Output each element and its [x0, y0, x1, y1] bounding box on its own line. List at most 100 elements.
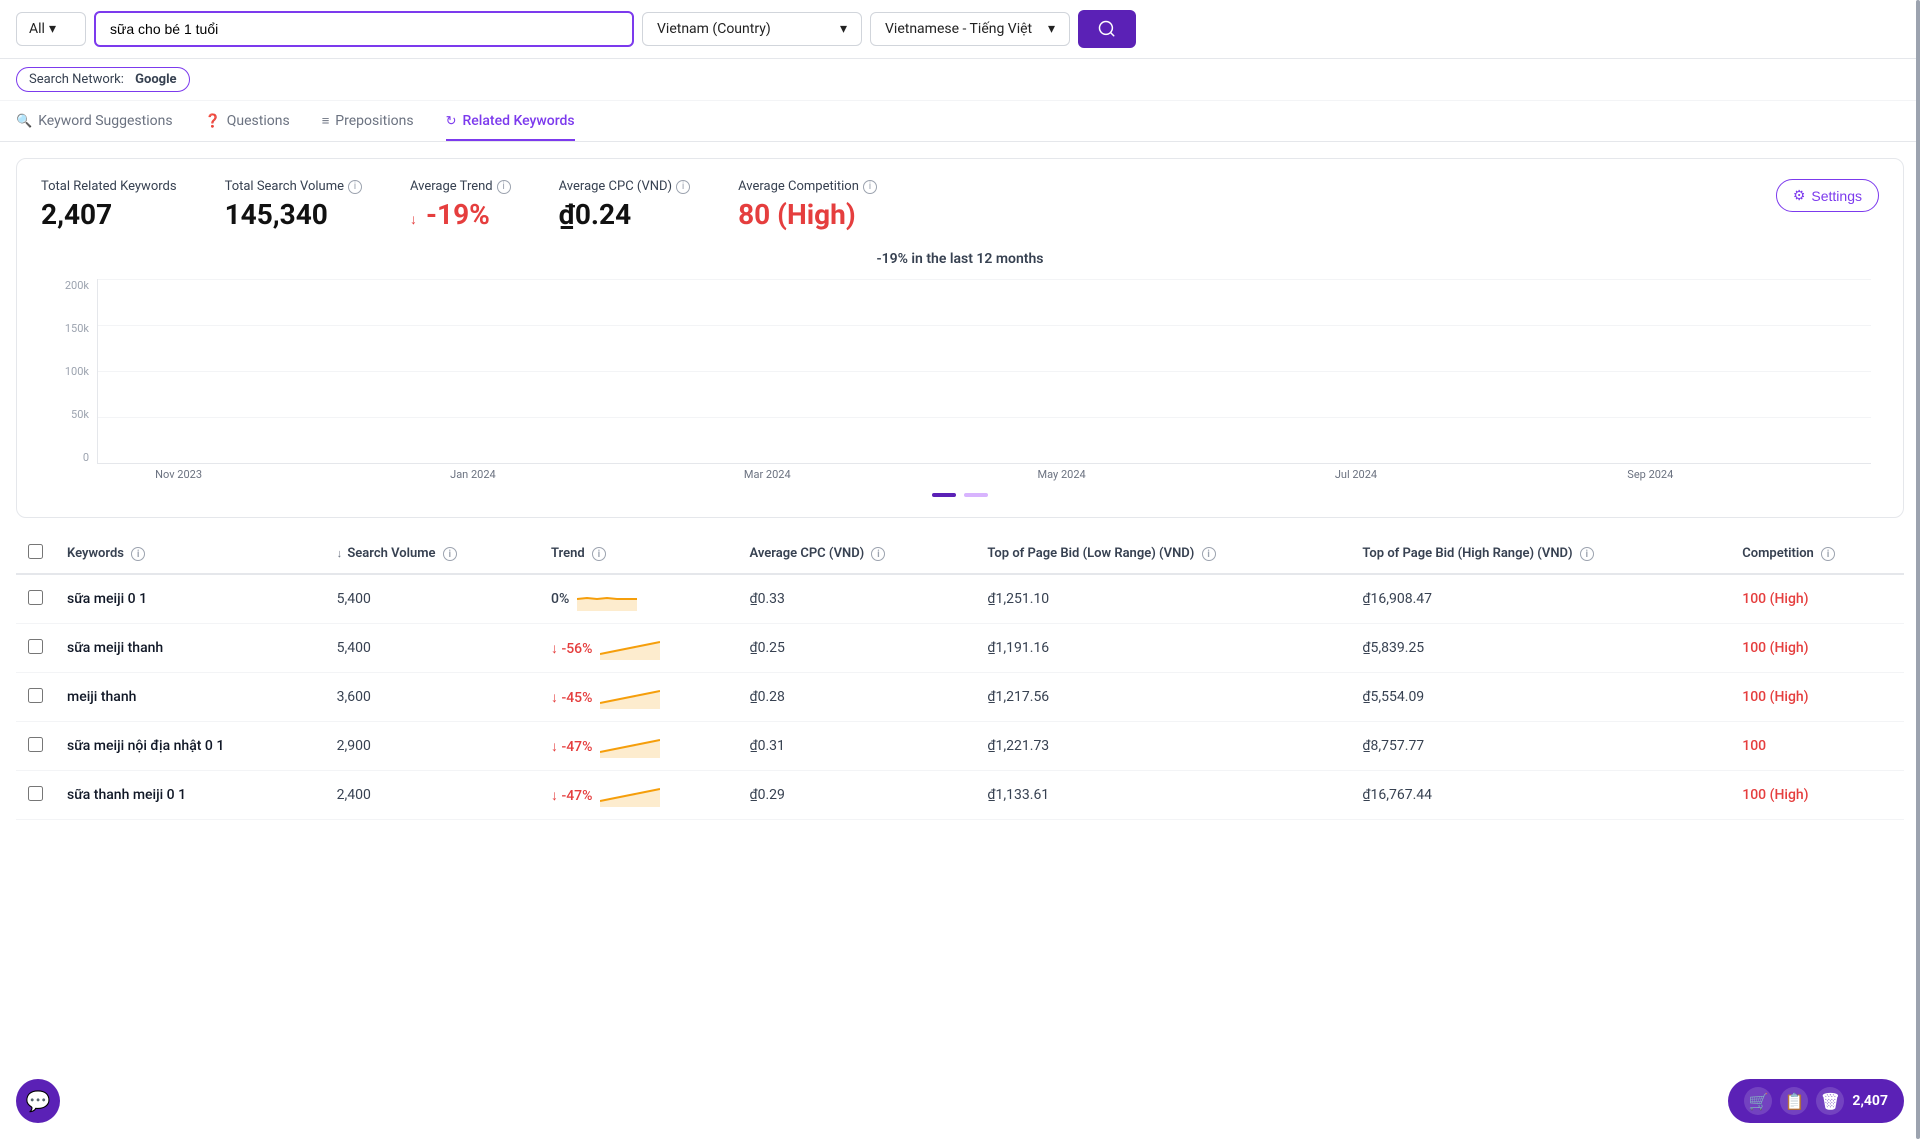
- tab-questions-label: Questions: [227, 113, 290, 129]
- search-input[interactable]: [94, 11, 634, 47]
- tab-related-keywords-label: Related Keywords: [462, 113, 574, 129]
- settings-label: Settings: [1811, 188, 1862, 204]
- fab-copy-icon[interactable]: 📋: [1780, 1087, 1808, 1115]
- language-chevron-icon: ▾: [1048, 21, 1055, 37]
- search-volume-info-icon[interactable]: i: [348, 180, 362, 194]
- settings-gear-icon: ⚙: [1793, 187, 1806, 204]
- bid-high-cell: ₫8,757.77: [1350, 722, 1730, 771]
- stat-average-trend: Average Trend i ↓ -19%: [410, 179, 511, 231]
- search-volume-cell: 3,600: [325, 673, 539, 722]
- competition-info-icon[interactable]: i: [1821, 547, 1835, 561]
- chart-dot-active[interactable]: [932, 493, 956, 497]
- row-checkbox[interactable]: [28, 590, 43, 605]
- header-cpc: Average CPC (VND) i: [738, 534, 976, 574]
- trend-down-arrow: ↓: [410, 212, 417, 228]
- average-trend-label: Average Trend: [410, 179, 493, 194]
- bid-high-cell: ₫5,839.25: [1350, 624, 1730, 673]
- trend-info-icon[interactable]: i: [592, 547, 606, 561]
- keyword-cell: meiji thanh: [55, 673, 325, 722]
- sparkline-icon: [577, 587, 637, 611]
- bottom-fab: 🛒 📋 🗑 2,407: [1728, 1079, 1904, 1123]
- type-select-value: All: [29, 21, 45, 37]
- bid-high-info-icon[interactable]: i: [1580, 547, 1594, 561]
- header-search-volume[interactable]: ↓ Search Volume i: [325, 534, 539, 574]
- bid-low-cell: ₫1,251.10: [975, 574, 1350, 624]
- competition-cell: 100 (High): [1730, 624, 1904, 673]
- bars-wrapper: [98, 279, 1871, 463]
- bid-high-cell: ₫16,767.44: [1350, 771, 1730, 820]
- trend-cell: ↓ -56%: [539, 624, 738, 673]
- stat-average-cpc: Average CPC (VND) i ₫0.24: [559, 179, 690, 231]
- row-checkbox[interactable]: [28, 786, 43, 801]
- chart-dots: [49, 493, 1871, 497]
- trend-cell: 0%: [539, 574, 738, 624]
- chart-dot-inactive[interactable]: [964, 493, 988, 497]
- fab-cart-icon[interactable]: 🛒: [1744, 1087, 1772, 1115]
- average-trend-value: ↓ -19%: [410, 198, 511, 231]
- type-select[interactable]: All ▾: [16, 12, 86, 46]
- stats-row: Total Related Keywords 2,407 Total Searc…: [41, 179, 1879, 231]
- tab-prepositions[interactable]: ≡ Prepositions: [322, 113, 414, 141]
- average-competition-info-icon[interactable]: i: [863, 180, 877, 194]
- network-row: Search Network: Google: [0, 59, 1920, 101]
- keywords-info-icon[interactable]: i: [131, 547, 145, 561]
- row-checkbox[interactable]: [28, 639, 43, 654]
- fab-delete-icon[interactable]: 🗑: [1816, 1087, 1844, 1115]
- keyword-cell: sữa meiji nội địa nhật 0 1: [55, 722, 325, 771]
- fab-count: 2,407: [1852, 1093, 1888, 1109]
- keyword-cell: sữa meiji 0 1: [55, 574, 325, 624]
- country-select[interactable]: Vietnam (Country) ▾: [642, 12, 862, 46]
- average-cpc-label: Average CPC (VND): [559, 179, 672, 194]
- trend-cell: ↓ -45%: [539, 673, 738, 722]
- table-row: sữa thanh meiji 0 12,400↓ -47%₫0.29₫1,13…: [16, 771, 1904, 820]
- select-all-checkbox[interactable]: [28, 544, 43, 559]
- table-body: sữa meiji 0 15,4000%₫0.33₫1,251.10₫16,90…: [16, 574, 1904, 820]
- related-keywords-icon: ↻: [446, 114, 457, 129]
- scrollbar[interactable]: [1916, 0, 1920, 1139]
- competition-cell: 100 (High): [1730, 673, 1904, 722]
- tab-related-keywords[interactable]: ↻ Related Keywords: [446, 113, 575, 141]
- sparkline-icon: [600, 685, 660, 709]
- cpc-info-icon[interactable]: i: [871, 547, 885, 561]
- language-select-value: Vietnamese - Tiếng Việt: [885, 21, 1032, 37]
- tab-questions[interactable]: ❓ Questions: [205, 113, 290, 141]
- search-volume-cell: 2,400: [325, 771, 539, 820]
- bid-low-info-icon[interactable]: i: [1202, 547, 1216, 561]
- x-labels: Nov 2023 Jan 2024 Mar 2024 May 2024 Jul …: [49, 468, 1871, 481]
- search-volume-col-info-icon[interactable]: i: [443, 547, 457, 561]
- y-axis: 200k 150k 100k 50k 0: [49, 279, 97, 464]
- average-cpc-info-icon[interactable]: i: [676, 180, 690, 194]
- header-bid-low: Top of Page Bid (Low Range) (VND) i: [975, 534, 1350, 574]
- table-header-row: Keywords i ↓ Search Volume i Trend i Ave…: [16, 534, 1904, 574]
- chart-title: -19% in the last 12 months: [49, 251, 1871, 267]
- average-trend-info-icon[interactable]: i: [497, 180, 511, 194]
- language-select[interactable]: Vietnamese - Tiếng Việt ▾: [870, 12, 1070, 46]
- bid-low-cell: ₫1,191.16: [975, 624, 1350, 673]
- bid-low-cell: ₫1,133.61: [975, 771, 1350, 820]
- sparkline-icon: [600, 783, 660, 807]
- table-row: meiji thanh3,600↓ -45%₫0.28₫1,217.56₫5,5…: [16, 673, 1904, 722]
- questions-icon: ❓: [205, 114, 221, 129]
- network-value: Google: [135, 72, 176, 87]
- search-volume-cell: 5,400: [325, 624, 539, 673]
- country-select-value: Vietnam (Country): [657, 21, 771, 37]
- sparkline-icon: [600, 734, 660, 758]
- chat-fab-button[interactable]: 💬: [16, 1079, 60, 1123]
- tab-keyword-suggestions[interactable]: 🔍 Keyword Suggestions: [16, 113, 173, 141]
- trend-cell: ↓ -47%: [539, 771, 738, 820]
- cpc-cell: ₫0.33: [738, 574, 976, 624]
- row-checkbox[interactable]: [28, 737, 43, 752]
- bid-high-cell: ₫16,908.47: [1350, 574, 1730, 624]
- stat-total-related-keywords: Total Related Keywords 2,407: [41, 179, 177, 231]
- stats-card: Total Related Keywords 2,407 Total Searc…: [16, 158, 1904, 518]
- settings-button[interactable]: ⚙ Settings: [1776, 179, 1879, 212]
- search-button[interactable]: [1078, 10, 1136, 48]
- cpc-cell: ₫0.28: [738, 673, 976, 722]
- network-badge[interactable]: Search Network: Google: [16, 67, 190, 92]
- row-checkbox[interactable]: [28, 688, 43, 703]
- cpc-cell: ₫0.31: [738, 722, 976, 771]
- top-bar: All ▾ Vietnam (Country) ▾ Vietnamese - T…: [0, 0, 1920, 59]
- header-keywords: Keywords i: [55, 534, 325, 574]
- cpc-cell: ₫0.25: [738, 624, 976, 673]
- bid-low-cell: ₫1,217.56: [975, 673, 1350, 722]
